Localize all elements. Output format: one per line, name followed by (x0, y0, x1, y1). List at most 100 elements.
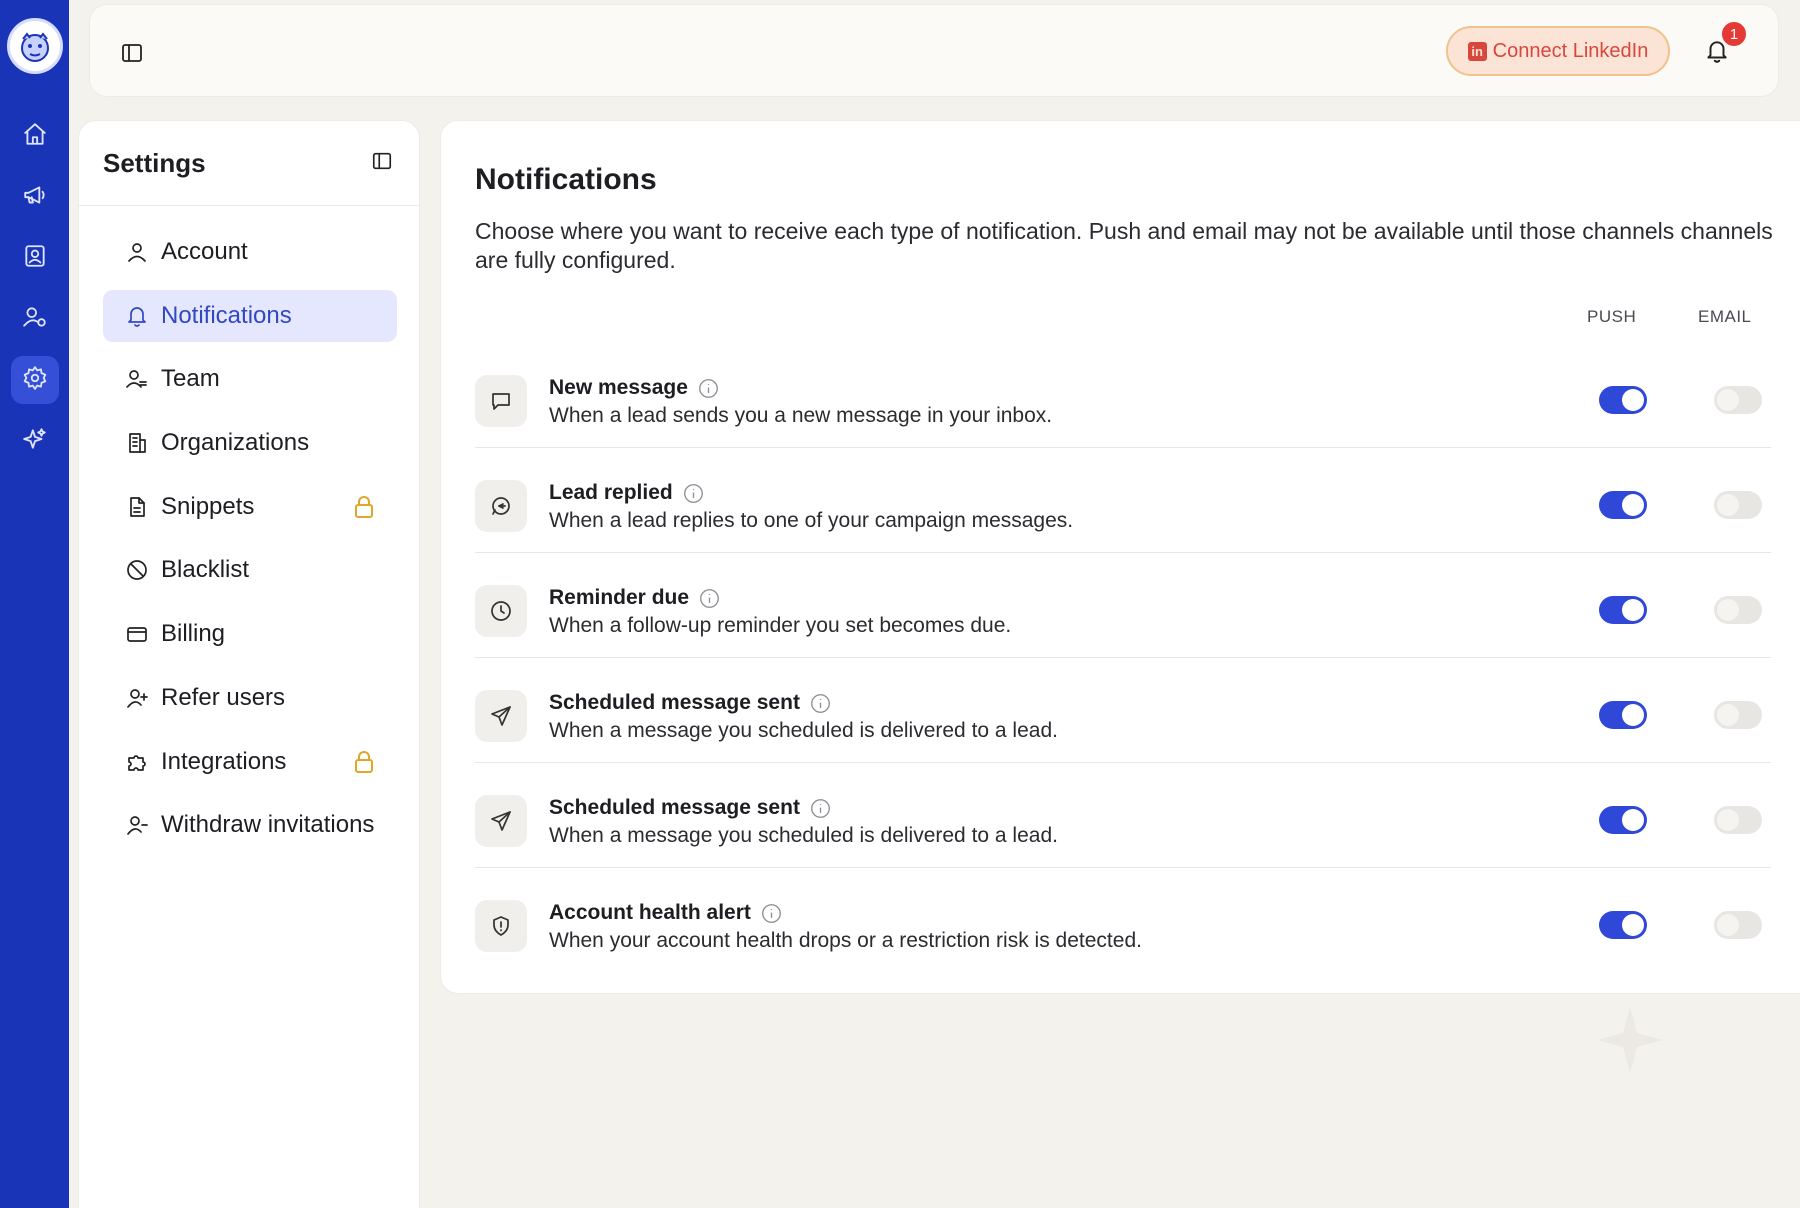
push-toggle[interactable] (1599, 701, 1647, 729)
rail-home[interactable] (11, 112, 59, 160)
puzzle-icon (125, 750, 149, 774)
send-icon (475, 690, 527, 742)
nav-label: Billing (161, 620, 226, 648)
email-toggle[interactable] (1714, 806, 1762, 834)
info-icon[interactable] (698, 378, 719, 399)
sidebar-toggle-icon (120, 44, 144, 69)
toggle-knob (1622, 494, 1644, 516)
sidebar-toggle-button[interactable] (120, 41, 144, 65)
toggle-knob (1622, 704, 1644, 726)
settings-nav-snippets[interactable]: Snippets (103, 481, 397, 533)
rail-settings[interactable] (10, 356, 59, 404)
shield-alert-icon (475, 900, 527, 952)
document-icon (125, 495, 149, 519)
toggle-knob (1717, 599, 1739, 621)
notification-title-text: Lead replied (549, 481, 673, 504)
building-icon (125, 431, 149, 455)
notification-description: When a lead replies to one of your campa… (549, 509, 1074, 532)
settings-nav-blacklist[interactable]: Blacklist (103, 544, 397, 596)
nav-label: Refer users (161, 683, 286, 711)
notification-title: Account health alert (549, 901, 782, 925)
notification-row: Account health alert When your account h… (475, 868, 1771, 973)
notification-row: Lead replied When a lead replies to one … (475, 448, 1771, 553)
notifications-bell-button[interactable]: 1 (1704, 20, 1748, 68)
bulldog-logo-icon[interactable] (6, 18, 63, 74)
rail-users[interactable] (11, 295, 59, 343)
rail-contacts[interactable] (11, 234, 59, 282)
nav-label: Organizations (161, 429, 310, 457)
notification-title-text: New message (549, 376, 688, 399)
notification-title-text: Reminder due (549, 586, 690, 609)
toggle-knob (1622, 914, 1644, 936)
rail-ai[interactable] (11, 417, 59, 465)
settings-nav-refer-users[interactable]: Refer users (103, 672, 397, 724)
toggle-knob (1717, 704, 1739, 726)
settings-nav-notifications[interactable]: Notifications (103, 289, 397, 342)
nav-label: Notifications (161, 301, 292, 329)
notification-title: Scheduled message sent (549, 691, 831, 715)
nav-label: Account (161, 238, 248, 265)
notification-row: Reminder due When a follow-up reminder y… (475, 553, 1771, 658)
email-toggle[interactable] (1714, 701, 1762, 729)
notifications-card: Notifications Choose where you want to r… (440, 120, 1800, 994)
column-header-email: EMAIL (1698, 307, 1752, 326)
info-icon[interactable] (699, 588, 720, 609)
reply-icon (475, 480, 527, 532)
rail-campaigns[interactable] (11, 173, 59, 221)
toggle-knob (1717, 809, 1739, 831)
credit-card-icon (125, 622, 149, 646)
email-toggle[interactable] (1714, 596, 1762, 624)
notification-title-text: Scheduled message sent (549, 691, 800, 714)
info-icon[interactable] (810, 693, 831, 714)
notification-title: Reminder due (549, 586, 720, 610)
collapse-panel-icon[interactable] (371, 150, 393, 177)
nav-label: Snippets (161, 492, 255, 520)
info-icon[interactable] (683, 483, 704, 504)
info-icon[interactable] (761, 903, 782, 924)
notification-title: Scheduled message sent (549, 796, 831, 820)
sparkles-icon (22, 426, 48, 457)
contact-card-icon (22, 243, 48, 274)
notification-title-text: Scheduled message sent (549, 796, 800, 819)
push-toggle[interactable] (1599, 491, 1647, 519)
user-plus-icon (125, 686, 149, 710)
toggle-knob (1622, 599, 1644, 621)
push-toggle[interactable] (1599, 596, 1647, 624)
notification-row: New message When a lead sends you a new … (475, 343, 1771, 448)
push-toggle[interactable] (1599, 806, 1647, 834)
settings-nav-billing[interactable]: Billing (103, 608, 397, 660)
toggle-knob (1622, 389, 1644, 411)
settings-nav-account[interactable]: Account (103, 226, 397, 278)
settings-nav-organizations[interactable]: Organizations (103, 417, 397, 469)
page-title: Notifications (475, 163, 657, 196)
nav-label: Integrations (161, 747, 287, 775)
send-icon (475, 795, 527, 847)
notification-title: New message (549, 376, 719, 400)
notification-description: When a message you scheduled is delivere… (549, 824, 1058, 847)
nav-label: Team (161, 365, 220, 393)
email-toggle[interactable] (1714, 386, 1762, 414)
connect-linkedin-button[interactable]: in Connect LinkedIn (1446, 26, 1670, 76)
app-rail (0, 0, 69, 1208)
settings-nav-team[interactable]: Team (103, 353, 397, 405)
notification-count-badge: 1 (1720, 20, 1748, 48)
push-toggle[interactable] (1599, 911, 1647, 939)
bell-icon (1704, 41, 1730, 68)
push-toggle[interactable] (1599, 386, 1647, 414)
notification-title: Lead replied (549, 481, 704, 505)
settings-nav-withdraw-invitations[interactable]: Withdraw invitations (103, 799, 397, 851)
notification-row: Scheduled message sent When a message yo… (475, 763, 1771, 868)
column-header-push: PUSH (1587, 307, 1637, 326)
team-icon (125, 367, 149, 391)
email-toggle[interactable] (1714, 911, 1762, 939)
gear-icon (22, 365, 48, 396)
info-icon[interactable] (810, 798, 831, 819)
sparkle-decoration-icon (1595, 1005, 1665, 1075)
notification-list: New message When a lead sends you a new … (475, 343, 1771, 973)
email-toggle[interactable] (1714, 491, 1762, 519)
settings-nav-integrations[interactable]: Integrations (103, 736, 397, 788)
toggle-knob (1717, 914, 1739, 936)
nav-label: Blacklist (161, 556, 250, 584)
user-minus-icon (125, 813, 149, 837)
notification-description: When a follow-up reminder you set become… (549, 614, 1012, 637)
